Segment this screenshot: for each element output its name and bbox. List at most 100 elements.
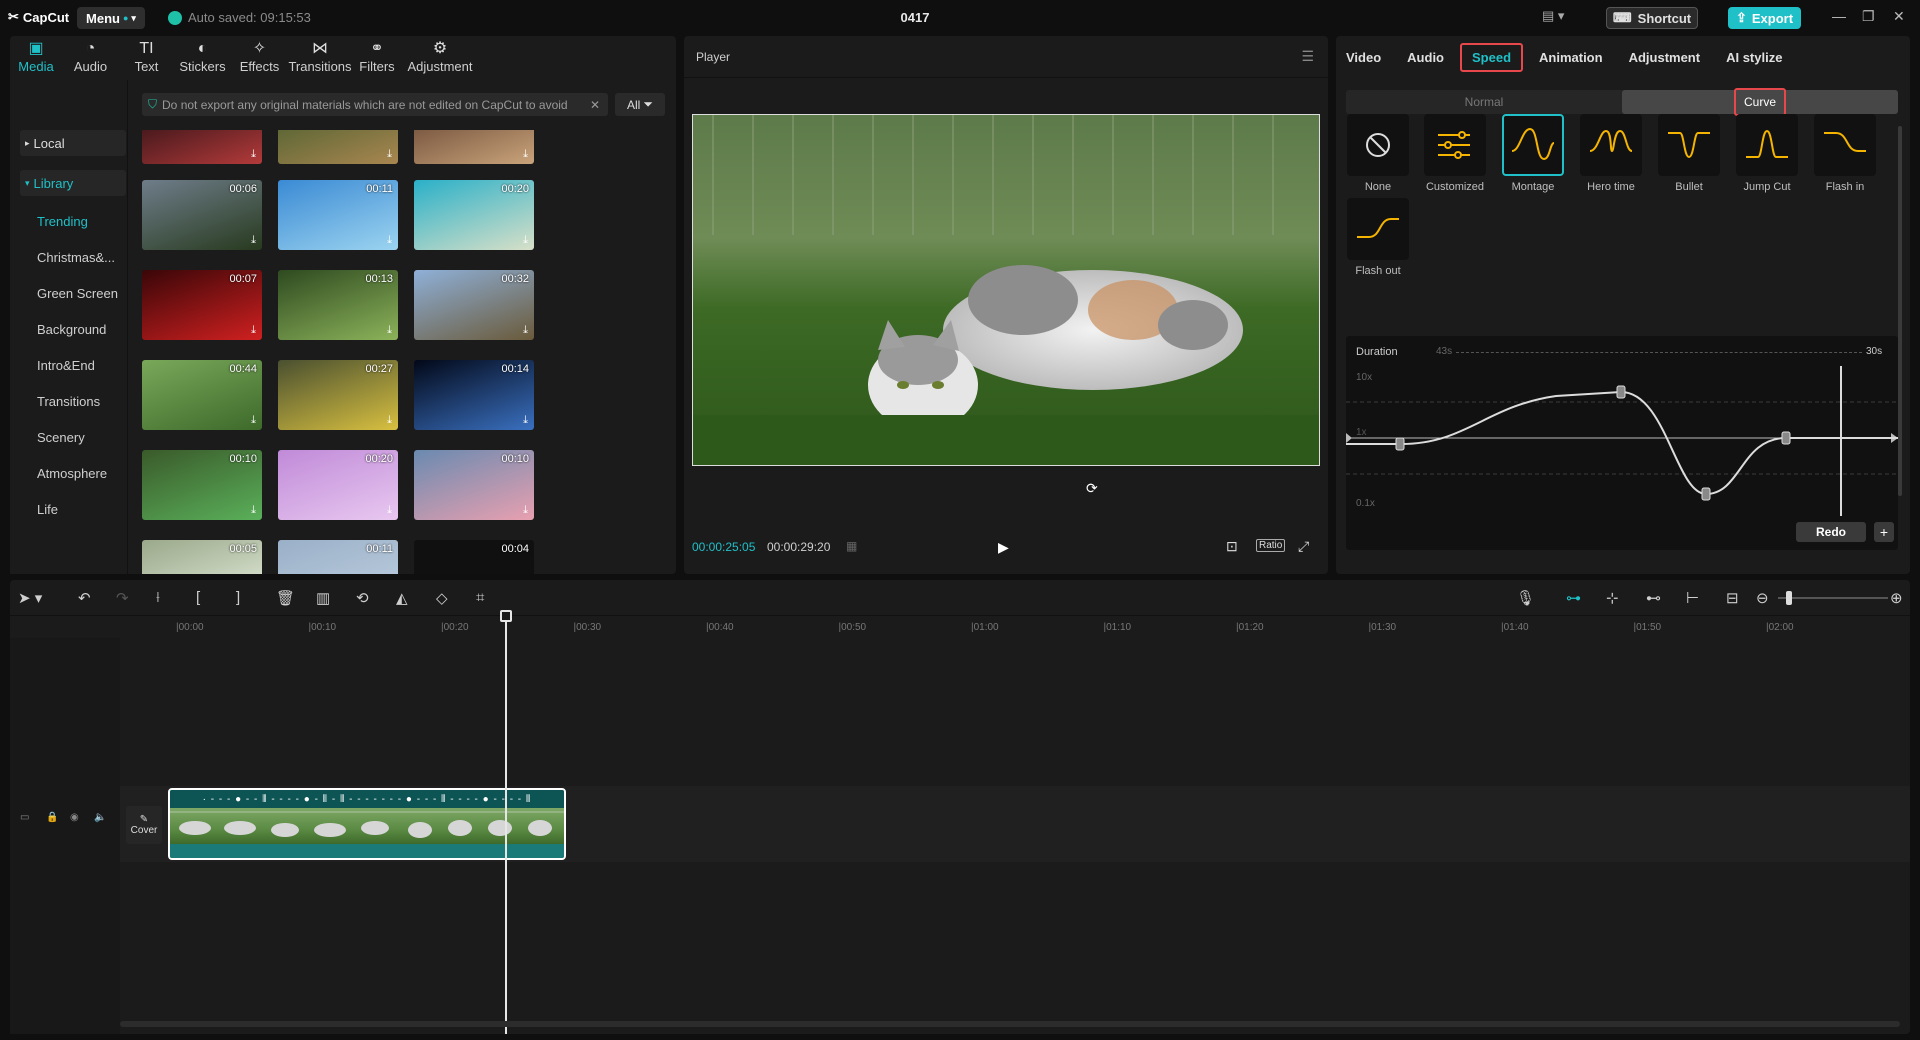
tab-stickers[interactable]: ◐ Stickers bbox=[174, 36, 231, 76]
speed-mode-normal[interactable]: Normal bbox=[1346, 90, 1622, 114]
media-thumbnail[interactable]: 00:11⤓ bbox=[278, 540, 398, 574]
sidebar-local[interactable]: ▸ Local bbox=[20, 130, 126, 156]
sidebar-item-christmas[interactable]: Christmas&... bbox=[37, 250, 115, 265]
redo-button[interactable]: Redo bbox=[1796, 522, 1866, 542]
tab-speed[interactable]: Speed bbox=[1460, 42, 1524, 72]
download-icon[interactable]: ⤓ bbox=[387, 234, 392, 247]
media-thumbnail[interactable]: 00:07 ⤓ bbox=[142, 270, 262, 340]
track-toggle-icon[interactable]: ▭ bbox=[20, 812, 29, 823]
sidebar-item-life[interactable]: Life bbox=[37, 502, 58, 517]
media-thumbnail[interactable]: ⤓ bbox=[414, 130, 534, 164]
tab-audio[interactable]: ◔ Audio bbox=[62, 36, 119, 76]
filter-all-button[interactable]: All ⏷ bbox=[615, 93, 665, 116]
download-icon[interactable]: ⤓ bbox=[387, 148, 392, 161]
panel-scrollbar[interactable] bbox=[1898, 126, 1902, 496]
media-thumbnail[interactable]: 00:11⤓ bbox=[278, 180, 398, 250]
preset-jump-cut[interactable]: Jump Cut bbox=[1735, 114, 1799, 193]
preset-flash-in[interactable]: Flash in bbox=[1813, 114, 1877, 193]
download-icon[interactable]: ⤓ bbox=[251, 234, 256, 247]
tab-adjustment[interactable]: ⚙ Adjustment bbox=[402, 36, 478, 76]
close-icon[interactable]: ✕ bbox=[1893, 8, 1905, 25]
sidebar-item-atmosphere[interactable]: Atmosphere bbox=[37, 466, 107, 481]
timeline-scrollbar[interactable] bbox=[120, 1021, 1900, 1027]
zoom-slider[interactable] bbox=[1778, 597, 1888, 599]
preset-customized[interactable]: Customized bbox=[1423, 114, 1487, 193]
download-icon[interactable]: ⤓ bbox=[523, 324, 528, 337]
close-notice-icon[interactable]: ✕ bbox=[590, 98, 600, 112]
ratio-button[interactable]: Ratio bbox=[1256, 539, 1286, 552]
zoom-slider-handle[interactable] bbox=[1786, 591, 1792, 605]
preset-montage[interactable]: Montage bbox=[1501, 114, 1565, 193]
download-icon[interactable]: ⤓ bbox=[387, 414, 392, 427]
tab-ai-stylize[interactable]: AI stylize bbox=[1713, 50, 1795, 65]
tab-audio-props[interactable]: Audio bbox=[1394, 50, 1457, 65]
tab-animation[interactable]: Animation bbox=[1526, 50, 1616, 65]
media-thumbnail[interactable]: 00:20 ⤓ bbox=[414, 180, 534, 250]
preset-none[interactable]: None bbox=[1346, 114, 1410, 193]
video-preview[interactable] bbox=[692, 114, 1320, 466]
delete-icon[interactable]: 🗑 bbox=[276, 589, 295, 607]
download-icon[interactable]: ⤓ bbox=[387, 504, 392, 517]
playhead[interactable] bbox=[505, 614, 507, 1034]
add-point-button[interactable]: + bbox=[1874, 522, 1894, 542]
download-icon[interactable]: ⤓ bbox=[523, 234, 528, 247]
playhead-handle[interactable] bbox=[500, 610, 512, 622]
microphone-icon[interactable]: 🎙 bbox=[1516, 589, 1535, 607]
tab-text[interactable]: TI Text bbox=[119, 36, 174, 76]
time-ruler[interactable]: |00:00 |00:10 |00:20 |00:30 |00:40 |00:50 |01:… bbox=[120, 616, 1910, 638]
preset-flash-out[interactable]: Flash out bbox=[1346, 198, 1410, 277]
download-icon[interactable]: ⤓ bbox=[387, 324, 392, 337]
lock-icon[interactable]: 🔒 bbox=[46, 812, 58, 823]
download-icon[interactable]: ⤓ bbox=[523, 504, 528, 517]
media-thumbnail[interactable]: ⤓ bbox=[278, 130, 398, 164]
crop-icon[interactable]: ⌗ bbox=[476, 589, 484, 606]
media-thumbnail[interactable]: 00:32 ⤓ bbox=[414, 270, 534, 340]
media-thumbnail[interactable]: 00:10 ⤓ bbox=[142, 450, 262, 520]
tab-filters[interactable]: ⚭ Filters bbox=[352, 36, 402, 76]
delete-right-icon[interactable]: ] bbox=[236, 589, 240, 606]
sidebar-item-trending[interactable]: Trending bbox=[37, 214, 88, 229]
select-tool-icon[interactable]: ➤ ▾ bbox=[18, 589, 42, 607]
auto-snap-icon[interactable]: ⊹ bbox=[1606, 589, 1619, 607]
curve-points[interactable] bbox=[1395, 385, 1791, 501]
speed-mode-curve[interactable]: Curve bbox=[1622, 88, 1898, 116]
tab-transitions[interactable]: ⋈ Transitions bbox=[288, 36, 352, 76]
hamburger-icon[interactable]: ☰ bbox=[1301, 48, 1314, 65]
zoom-in-icon[interactable]: ⊕ bbox=[1890, 589, 1903, 607]
preview-axis-icon[interactable]: ⊢ bbox=[1686, 589, 1699, 607]
media-thumbnail[interactable]: 00:06 ⤓ bbox=[142, 180, 262, 250]
sidebar-item-green-screen[interactable]: Green Screen bbox=[37, 286, 118, 301]
preset-hero-time[interactable]: Hero time bbox=[1579, 114, 1643, 193]
rotate-icon[interactable]: ⟳ bbox=[1086, 480, 1098, 497]
media-thumbnail[interactable]: ⤓ bbox=[142, 130, 262, 164]
speed-curve[interactable] bbox=[1346, 366, 1898, 516]
redo-icon[interactable]: ↷ bbox=[116, 589, 129, 607]
mirror-icon[interactable]: ◭ bbox=[396, 589, 408, 607]
cover-button[interactable]: ✎ Cover bbox=[126, 806, 162, 844]
tab-video[interactable]: Video bbox=[1346, 50, 1394, 65]
reverse-icon[interactable]: ⟲ bbox=[356, 589, 369, 607]
zoom-out-icon[interactable]: ⊖ bbox=[1756, 589, 1769, 607]
fit-screen-icon[interactable]: ⊡ bbox=[1226, 538, 1238, 555]
export-button[interactable]: ⇪ Export bbox=[1728, 7, 1801, 29]
sidebar-item-intro-end[interactable]: Intro&End bbox=[37, 358, 95, 373]
sidebar-item-transitions[interactable]: Transitions bbox=[37, 394, 100, 409]
download-icon[interactable]: ⤓ bbox=[251, 324, 256, 337]
download-icon[interactable]: ⤓ bbox=[251, 414, 256, 427]
download-icon[interactable]: ⤓ bbox=[251, 148, 256, 161]
main-track-magnet-icon[interactable]: ⊶ bbox=[1566, 589, 1581, 607]
linkage-icon[interactable]: ⊷ bbox=[1646, 589, 1661, 607]
media-thumbnail[interactable]: 00:13 ⤓ bbox=[278, 270, 398, 340]
speaker-icon[interactable]: 🔈 bbox=[94, 812, 106, 823]
tab-effects[interactable]: ✧ Effects bbox=[231, 36, 288, 76]
fullscreen-icon[interactable]: ⤢ bbox=[1298, 538, 1309, 555]
tab-media[interactable]: ▣ Media bbox=[10, 36, 62, 76]
layout-icon[interactable]: ▤ ▾ bbox=[1542, 8, 1564, 24]
thumbnail-icon[interactable]: ⊟ bbox=[1726, 589, 1739, 607]
media-thumbnail[interactable]: 00:44 ⤓ bbox=[142, 360, 262, 430]
media-thumbnail[interactable]: 00:20 ⤓ bbox=[278, 450, 398, 520]
sidebar-item-scenery[interactable]: Scenery bbox=[37, 430, 85, 445]
eye-icon[interactable]: ◉ bbox=[70, 812, 79, 823]
curve-editor[interactable]: Duration 43s 30s 10x 1x 0.1x Redo + bbox=[1346, 336, 1898, 550]
split-icon[interactable]: ⟊ bbox=[156, 589, 160, 606]
